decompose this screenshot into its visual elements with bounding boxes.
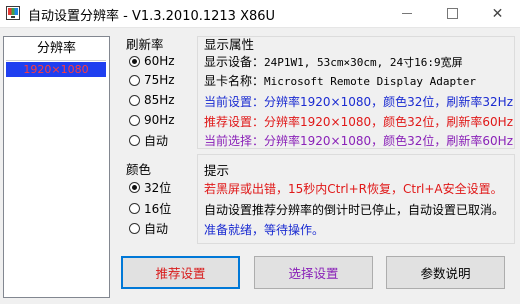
resolution-item-selected[interactable]: 1920×1080 xyxy=(6,62,106,77)
minimize-icon xyxy=(401,13,412,14)
current-selection-text: 当前选择：分辨率1920×1080，颜色32位，刷新率60Hz xyxy=(204,134,513,148)
select-settings-button[interactable]: 选择设置 xyxy=(254,256,373,289)
maximize-button[interactable] xyxy=(430,0,475,27)
radio-refresh-90hz[interactable]: 90Hz xyxy=(129,111,175,129)
close-button[interactable]: ✕ xyxy=(475,0,520,27)
radio-color-auto[interactable]: 自动 xyxy=(129,219,168,237)
radio-unchecked-icon xyxy=(129,222,140,234)
radio-checked-icon xyxy=(129,55,140,67)
radio-refresh-60hz[interactable]: 60Hz xyxy=(129,52,175,70)
tip-line-warning: 若黑屏或出错，15秒内Ctrl+R恢复，Ctrl+A安全设置。 xyxy=(204,182,503,196)
radio-refresh-auto[interactable]: 自动 xyxy=(129,131,168,149)
refresh-rate-label: 刷新率 xyxy=(126,37,164,52)
radio-color-16bit[interactable]: 16位 xyxy=(129,199,171,217)
resolution-list-header: 分辨率 xyxy=(36,41,76,56)
parameter-help-button[interactable]: 参数说明 xyxy=(386,256,505,289)
radio-refresh-85hz[interactable]: 85Hz xyxy=(129,91,175,109)
radio-unchecked-icon xyxy=(129,94,140,106)
display-device-row: 显示设备：24P1W1, 53cm×30cm, 24寸16:9宽屏 xyxy=(204,53,463,70)
resolution-list[interactable]: 分辨率 1920×1080 xyxy=(3,36,110,298)
radio-unchecked-icon xyxy=(129,114,140,126)
radio-refresh-75hz[interactable]: 75Hz xyxy=(129,71,175,89)
adapter-value: Microsoft Remote Display Adapter xyxy=(264,75,476,88)
radio-color-32bit[interactable]: 32位 xyxy=(129,178,171,196)
tip-line-status: 自动设置推荐分辨率的倒计时已停止，自动设置已取消。 xyxy=(204,203,505,217)
display-device-value: 24P1W1, 53cm×30cm, 24寸16:9宽屏 xyxy=(264,56,463,69)
close-icon: ✕ xyxy=(491,5,504,22)
recommend-settings-button[interactable]: 推荐设置 xyxy=(121,256,240,289)
tip-line-ready: 准备就绪，等待操作。 xyxy=(204,223,325,237)
color-label: 颜色 xyxy=(126,162,152,177)
display-properties-label: 显示属性 xyxy=(204,37,255,52)
current-settings-text: 当前设置：分辨率1920×1080，颜色32位，刷新率32Hz xyxy=(204,95,513,109)
radio-unchecked-icon xyxy=(129,202,140,214)
title-bar[interactable]: 自动设置分辨率 - V1.3.2010.1213 X86U ✕ xyxy=(0,0,520,28)
maximize-icon xyxy=(447,8,458,19)
divider xyxy=(6,60,106,61)
radio-unchecked-icon xyxy=(129,74,140,86)
minimize-button[interactable] xyxy=(384,0,429,27)
tips-label: 提示 xyxy=(204,163,230,178)
recommended-settings-text: 推荐设置：分辨率1920×1080，颜色32位，刷新率60Hz xyxy=(204,115,513,129)
display-device-label: 显示设备： xyxy=(204,55,265,69)
app-icon xyxy=(6,6,20,20)
adapter-row: 显卡名称：Microsoft Remote Display Adapter xyxy=(204,72,476,89)
adapter-label: 显卡名称： xyxy=(204,74,265,88)
radio-checked-icon xyxy=(129,181,140,193)
window-title: 自动设置分辨率 - V1.3.2010.1213 X86U xyxy=(28,9,276,24)
radio-unchecked-icon xyxy=(129,134,140,146)
